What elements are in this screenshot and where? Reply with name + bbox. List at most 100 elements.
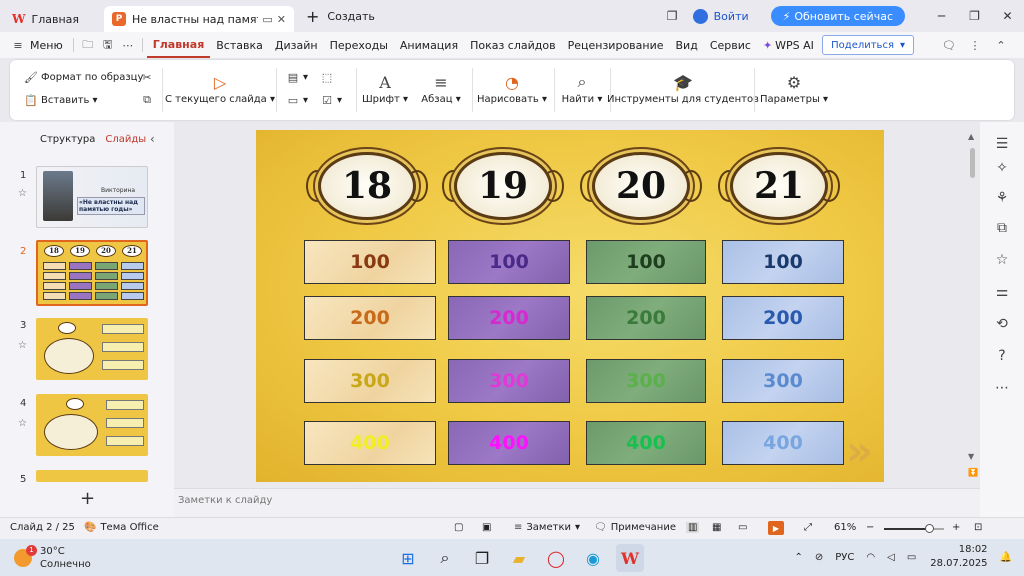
question-cell-20-400[interactable]: 400 [586, 421, 706, 465]
language-indicator[interactable]: РУС [835, 552, 854, 563]
task-view-icon[interactable]: ❐ [468, 544, 496, 572]
fit-slide-icon[interactable]: ▢ [454, 522, 463, 533]
question-cell-18-300[interactable]: 300 [304, 359, 436, 403]
login-button[interactable]: Войти [692, 8, 749, 24]
add-slide-button[interactable]: + [80, 488, 95, 509]
wps-office-icon[interactable]: W [616, 544, 644, 572]
zoom-slider-handle[interactable] [925, 524, 934, 533]
wps-ai-button[interactable]: ✦ WPS AI [757, 32, 820, 58]
minimize-icon[interactable]: ─ [925, 9, 958, 23]
adjust-icon[interactable]: ⚌ [993, 284, 1011, 300]
draw-button[interactable]: ◔ Нарисовать ▾ [477, 70, 547, 106]
slide-thumbnail-3[interactable] [36, 318, 148, 380]
notes-field[interactable]: Заметки к слайду [174, 488, 980, 517]
menu-item-transitions[interactable]: Переходы [324, 32, 394, 58]
format-painter-button[interactable]: 🖌 Формат по образцу [24, 70, 143, 84]
upgrade-button[interactable]: ⚡ Обновить сейчас [770, 6, 905, 26]
maximize-icon[interactable]: ❐ [958, 9, 991, 23]
hamburger-icon[interactable]: ≡ [8, 39, 28, 52]
opera-icon[interactable]: ◯ [542, 544, 570, 572]
next-arrow-icon[interactable]: » [846, 426, 873, 475]
chevron-left-icon[interactable]: ‹ [150, 132, 155, 146]
slide-thumbnail-5[interactable] [36, 470, 148, 482]
star-icon[interactable]: ☆ [18, 188, 27, 199]
folder-icon[interactable]: 🗀 [78, 36, 98, 55]
question-cell-19-200[interactable]: 200 [448, 296, 570, 340]
question-cell-19-100[interactable]: 100 [448, 240, 570, 284]
sliders-icon[interactable]: ☰ [993, 136, 1011, 152]
question-cell-20-300[interactable]: 300 [586, 359, 706, 403]
save-icon[interactable]: 🖫 [98, 36, 118, 55]
zoom-in-icon[interactable]: + [952, 522, 960, 533]
question-cell-21-100[interactable]: 100 [722, 240, 844, 284]
menu-item-tools[interactable]: Сервис [704, 32, 757, 58]
search-icon[interactable]: ⌕ [431, 544, 459, 572]
comment-icon[interactable]: 🗨 [936, 39, 962, 52]
menu-item-design[interactable]: Дизайн [269, 32, 324, 58]
vertical-scrollbar[interactable] [970, 148, 975, 178]
menu-item-animation[interactable]: Анимация [394, 32, 464, 58]
star-icon[interactable]: ☆ [18, 340, 27, 351]
copy-button[interactable]: ⧉ [140, 93, 157, 107]
clock[interactable]: 18:02 28.07.2025 [930, 543, 987, 571]
close-icon[interactable]: ✕ [277, 13, 286, 26]
new-slide-button[interactable]: ▤ ▾ [286, 70, 308, 84]
scroll-up-icon[interactable]: ▲ [968, 132, 974, 141]
menu-item-view[interactable]: Вид [670, 32, 704, 58]
weather-widget[interactable]: 1 30°C Солнечно [14, 545, 91, 571]
history-icon[interactable]: ⟲ [993, 316, 1011, 332]
file-explorer-icon[interactable]: ▰ [505, 544, 533, 572]
tab-slides[interactable]: Слайды [105, 134, 146, 145]
reset-button[interactable]: ☑ ▾ [320, 93, 342, 107]
more-icon[interactable]: ⋯ [993, 380, 1011, 396]
question-cell-20-200[interactable]: 200 [586, 296, 706, 340]
collapse-ribbon-icon[interactable]: ⌃ [988, 39, 1014, 52]
star-icon[interactable]: ☆ [993, 252, 1011, 268]
parameters-button[interactable]: ⚙ Параметры ▾ [760, 70, 828, 106]
question-cell-19-400[interactable]: 400 [448, 421, 570, 465]
close-window-icon[interactable]: ✕ [991, 9, 1024, 23]
comments-button[interactable]: 🗨 Примечание [594, 522, 676, 533]
paragraph-button[interactable]: ≡ Абзац ▾ [420, 70, 462, 106]
question-cell-21-200[interactable]: 200 [722, 296, 844, 340]
font-button[interactable]: A Шрифт ▾ [362, 70, 408, 106]
tab-home[interactable]: W Главная [4, 6, 100, 32]
scroll-down-icon[interactable]: ▼ [968, 452, 974, 461]
question-cell-20-100[interactable]: 100 [586, 240, 706, 284]
reading-view-icon[interactable]: ▭ [738, 522, 747, 533]
menu-item-home[interactable]: Главная [146, 32, 211, 58]
student-tools-button[interactable]: 🎓 Инструменты для студентов [607, 70, 759, 106]
tab-structure[interactable]: Структура [40, 134, 95, 145]
magic-wand-icon[interactable]: ✧ [993, 160, 1011, 176]
play-slideshow-icon[interactable]: ▶ [768, 521, 784, 535]
slide-thumbnail-1[interactable]: Викторина «Не властны над памятью годы» [36, 166, 148, 228]
menu-item-review[interactable]: Рецензирование [562, 32, 670, 58]
slide-thumbnail-4[interactable] [36, 394, 148, 456]
slide-editor[interactable]: 18 100 200 300 400 19 100 200 300 400 20 100 200 300 4… [256, 130, 884, 482]
fit-window-icon[interactable]: ⤢ [804, 522, 812, 533]
more-icon[interactable]: ⋯ [118, 39, 138, 52]
windows-start-icon[interactable]: ⊞ [394, 544, 422, 572]
menu-item-insert[interactable]: Вставка [210, 32, 269, 58]
zoom-value[interactable]: 61% [834, 522, 856, 533]
question-cell-19-300[interactable]: 300 [448, 359, 570, 403]
notes-button[interactable]: ≡ Заметки ▾ [514, 522, 580, 533]
question-cell-18-400[interactable]: 400 [304, 421, 436, 465]
question-cell-21-400[interactable]: 400 [722, 421, 844, 465]
paste-button[interactable]: 📋 Вставить ▾ [24, 93, 97, 107]
restore-window-icon[interactable]: ❐ [656, 9, 689, 23]
question-cell-21-300[interactable]: 300 [722, 359, 844, 403]
find-button[interactable]: ⌕ Найти ▾ [562, 70, 603, 105]
menu-button[interactable]: Меню [28, 32, 69, 58]
notifications-icon[interactable]: 🔔 [1000, 552, 1012, 563]
share-button[interactable]: Поделиться ▾ [822, 35, 914, 55]
cut-button[interactable]: ✂ [140, 70, 157, 84]
monitor-icon[interactable]: ▭ [262, 13, 272, 26]
more-icon[interactable]: ⋮ [962, 39, 988, 52]
duplicate-icon[interactable]: ⧉ [993, 220, 1011, 236]
slide-thumbnail-2[interactable]: 18 19 20 21 [36, 240, 148, 306]
volume-icon[interactable]: ◁ [887, 552, 895, 563]
tab-document[interactable]: P Не властны над памятью год ▭ ✕ [104, 6, 294, 32]
grid-view-icon[interactable]: ▦ [712, 522, 721, 533]
star-icon[interactable]: ☆ [18, 418, 27, 429]
